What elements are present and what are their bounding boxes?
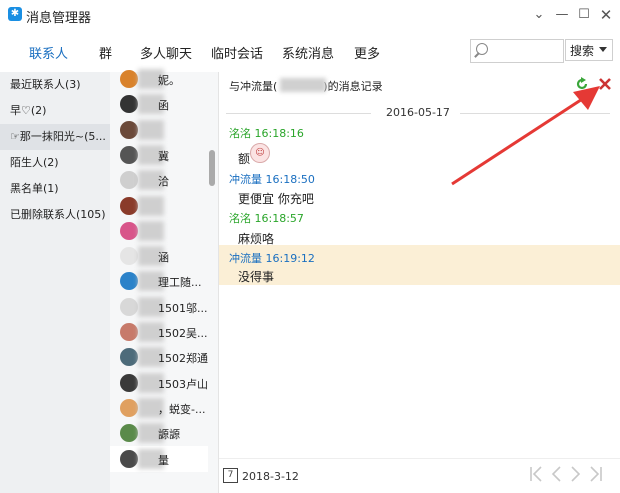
avatar: [120, 221, 138, 240]
avatar: [120, 95, 138, 114]
message-item-highlighted: 冲流量 16:19:12 没得事: [219, 245, 620, 285]
avatar: [120, 297, 138, 316]
caret-down-icon[interactable]: [599, 47, 607, 52]
tab-multi-chat[interactable]: 多人聊天: [140, 43, 192, 62]
contact-row[interactable]: 謜謜: [110, 420, 208, 446]
contact-name: 1502郑通: [158, 352, 208, 366]
redacted-name-blur: [138, 220, 164, 241]
category-recent[interactable]: 最近联系人(3): [0, 72, 110, 98]
avatar: [120, 424, 138, 443]
avatar: [120, 323, 138, 341]
calendar-icon[interactable]: 7: [223, 468, 238, 483]
message-item: 洺洺 16:18:57 麻烦咯: [219, 207, 620, 247]
contact-row[interactable]: 函: [110, 91, 208, 117]
avatar: [120, 70, 138, 88]
contact-name: 理工随...: [158, 276, 202, 290]
contact-row[interactable]: 冀: [110, 142, 208, 168]
avatar: [120, 145, 138, 164]
contact-scrollbar[interactable]: [209, 150, 215, 186]
message-sender: 冲流量 16:18:50: [229, 173, 315, 186]
annotation-arrow: [451, 86, 600, 186]
message-text: 更便宜 你充吧: [238, 192, 314, 206]
contact-row[interactable]: 理工随...: [110, 268, 208, 294]
contact-name: ，蜕变-...: [158, 402, 206, 416]
footer-date: 2018-3-12: [242, 470, 299, 483]
contact-row[interactable]: ，蜕变-...: [110, 395, 208, 421]
contact-name: 涵: [158, 251, 169, 265]
contact-name: 冀: [158, 149, 169, 163]
contact-name: 妮。: [158, 74, 180, 87]
redacted-name-blur: [280, 78, 326, 92]
contact-row[interactable]: 洽: [110, 167, 208, 193]
avatar: [120, 348, 138, 367]
contact-name: 函: [158, 99, 169, 113]
contact-row[interactable]: 量: [110, 445, 208, 472]
next-page-icon[interactable]: [568, 464, 584, 484]
category-group-2[interactable]: ☞那一抹阳光~(5...: [0, 124, 110, 150]
footer-divider: [219, 458, 620, 459]
contact-row[interactable]: [110, 218, 208, 244]
tab-groups[interactable]: 群: [99, 43, 112, 62]
redacted-name-blur: [138, 195, 164, 216]
first-page-icon[interactable]: [528, 464, 544, 484]
prev-page-icon[interactable]: [548, 464, 564, 484]
header-prefix: 与冲流量(: [229, 80, 278, 93]
minimize-icon[interactable]: —: [551, 4, 573, 26]
contact-name: 1503卢山: [158, 377, 208, 391]
contact-name: 1501邬...: [158, 301, 208, 315]
contact-row[interactable]: [110, 117, 208, 143]
category-blacklist[interactable]: 黑名单(1): [0, 176, 110, 202]
app-logo-icon: ✱: [8, 7, 22, 21]
tab-system-messages[interactable]: 系统消息: [282, 43, 334, 62]
contact-name: 洽: [158, 175, 169, 189]
message-sender: 洺洺 16:18:16: [229, 127, 304, 140]
tab-temp-session[interactable]: 临时会话: [211, 43, 263, 62]
maximize-icon[interactable]: ☐: [573, 4, 595, 26]
contact-row[interactable]: 1502郑通: [110, 344, 208, 370]
contact-row[interactable]: 涵: [110, 243, 208, 269]
window-title: 消息管理器: [26, 11, 92, 26]
avatar: [120, 373, 138, 392]
avatar: [120, 171, 138, 190]
avatar: [120, 247, 138, 266]
contact-row[interactable]: 妮。: [110, 66, 208, 92]
category-strangers[interactable]: 陌生人(2): [0, 150, 110, 176]
avatar: [120, 272, 138, 291]
contact-row[interactable]: 1502吴...: [110, 319, 208, 345]
header-suffix: )的消息记录: [323, 80, 383, 93]
avatar: [120, 196, 138, 215]
contact-row[interactable]: [110, 193, 208, 219]
message-text: 没得事: [238, 270, 275, 284]
avatar: [120, 120, 138, 139]
redacted-name-blur: [138, 119, 164, 140]
message-sender: 洺洺 16:18:57: [229, 212, 304, 225]
contact-name: 謜謜: [158, 428, 180, 442]
title-bar: [0, 0, 620, 31]
divider-line: [226, 113, 371, 114]
tab-more[interactable]: 更多: [354, 43, 380, 62]
contact-row[interactable]: 1503卢山: [110, 370, 208, 396]
avatar: [120, 449, 138, 468]
avatar: [120, 398, 138, 417]
contact-row[interactable]: 1501邬...: [110, 294, 208, 320]
category-group-1[interactable]: 早♡(2): [0, 98, 110, 124]
tab-contacts[interactable]: 联系人: [29, 43, 68, 62]
chevron-down-icon[interactable]: ⌄: [528, 4, 550, 26]
message-sender: 冲流量 16:19:12: [229, 252, 315, 265]
category-deleted[interactable]: 已删除联系人(105): [0, 202, 110, 228]
close-icon[interactable]: ✕: [595, 4, 617, 26]
contact-name: 量: [158, 453, 169, 467]
last-page-icon[interactable]: [588, 464, 604, 484]
contact-name: 1502吴...: [158, 327, 208, 340]
emoji-sticker-icon: ☺: [250, 143, 270, 163]
